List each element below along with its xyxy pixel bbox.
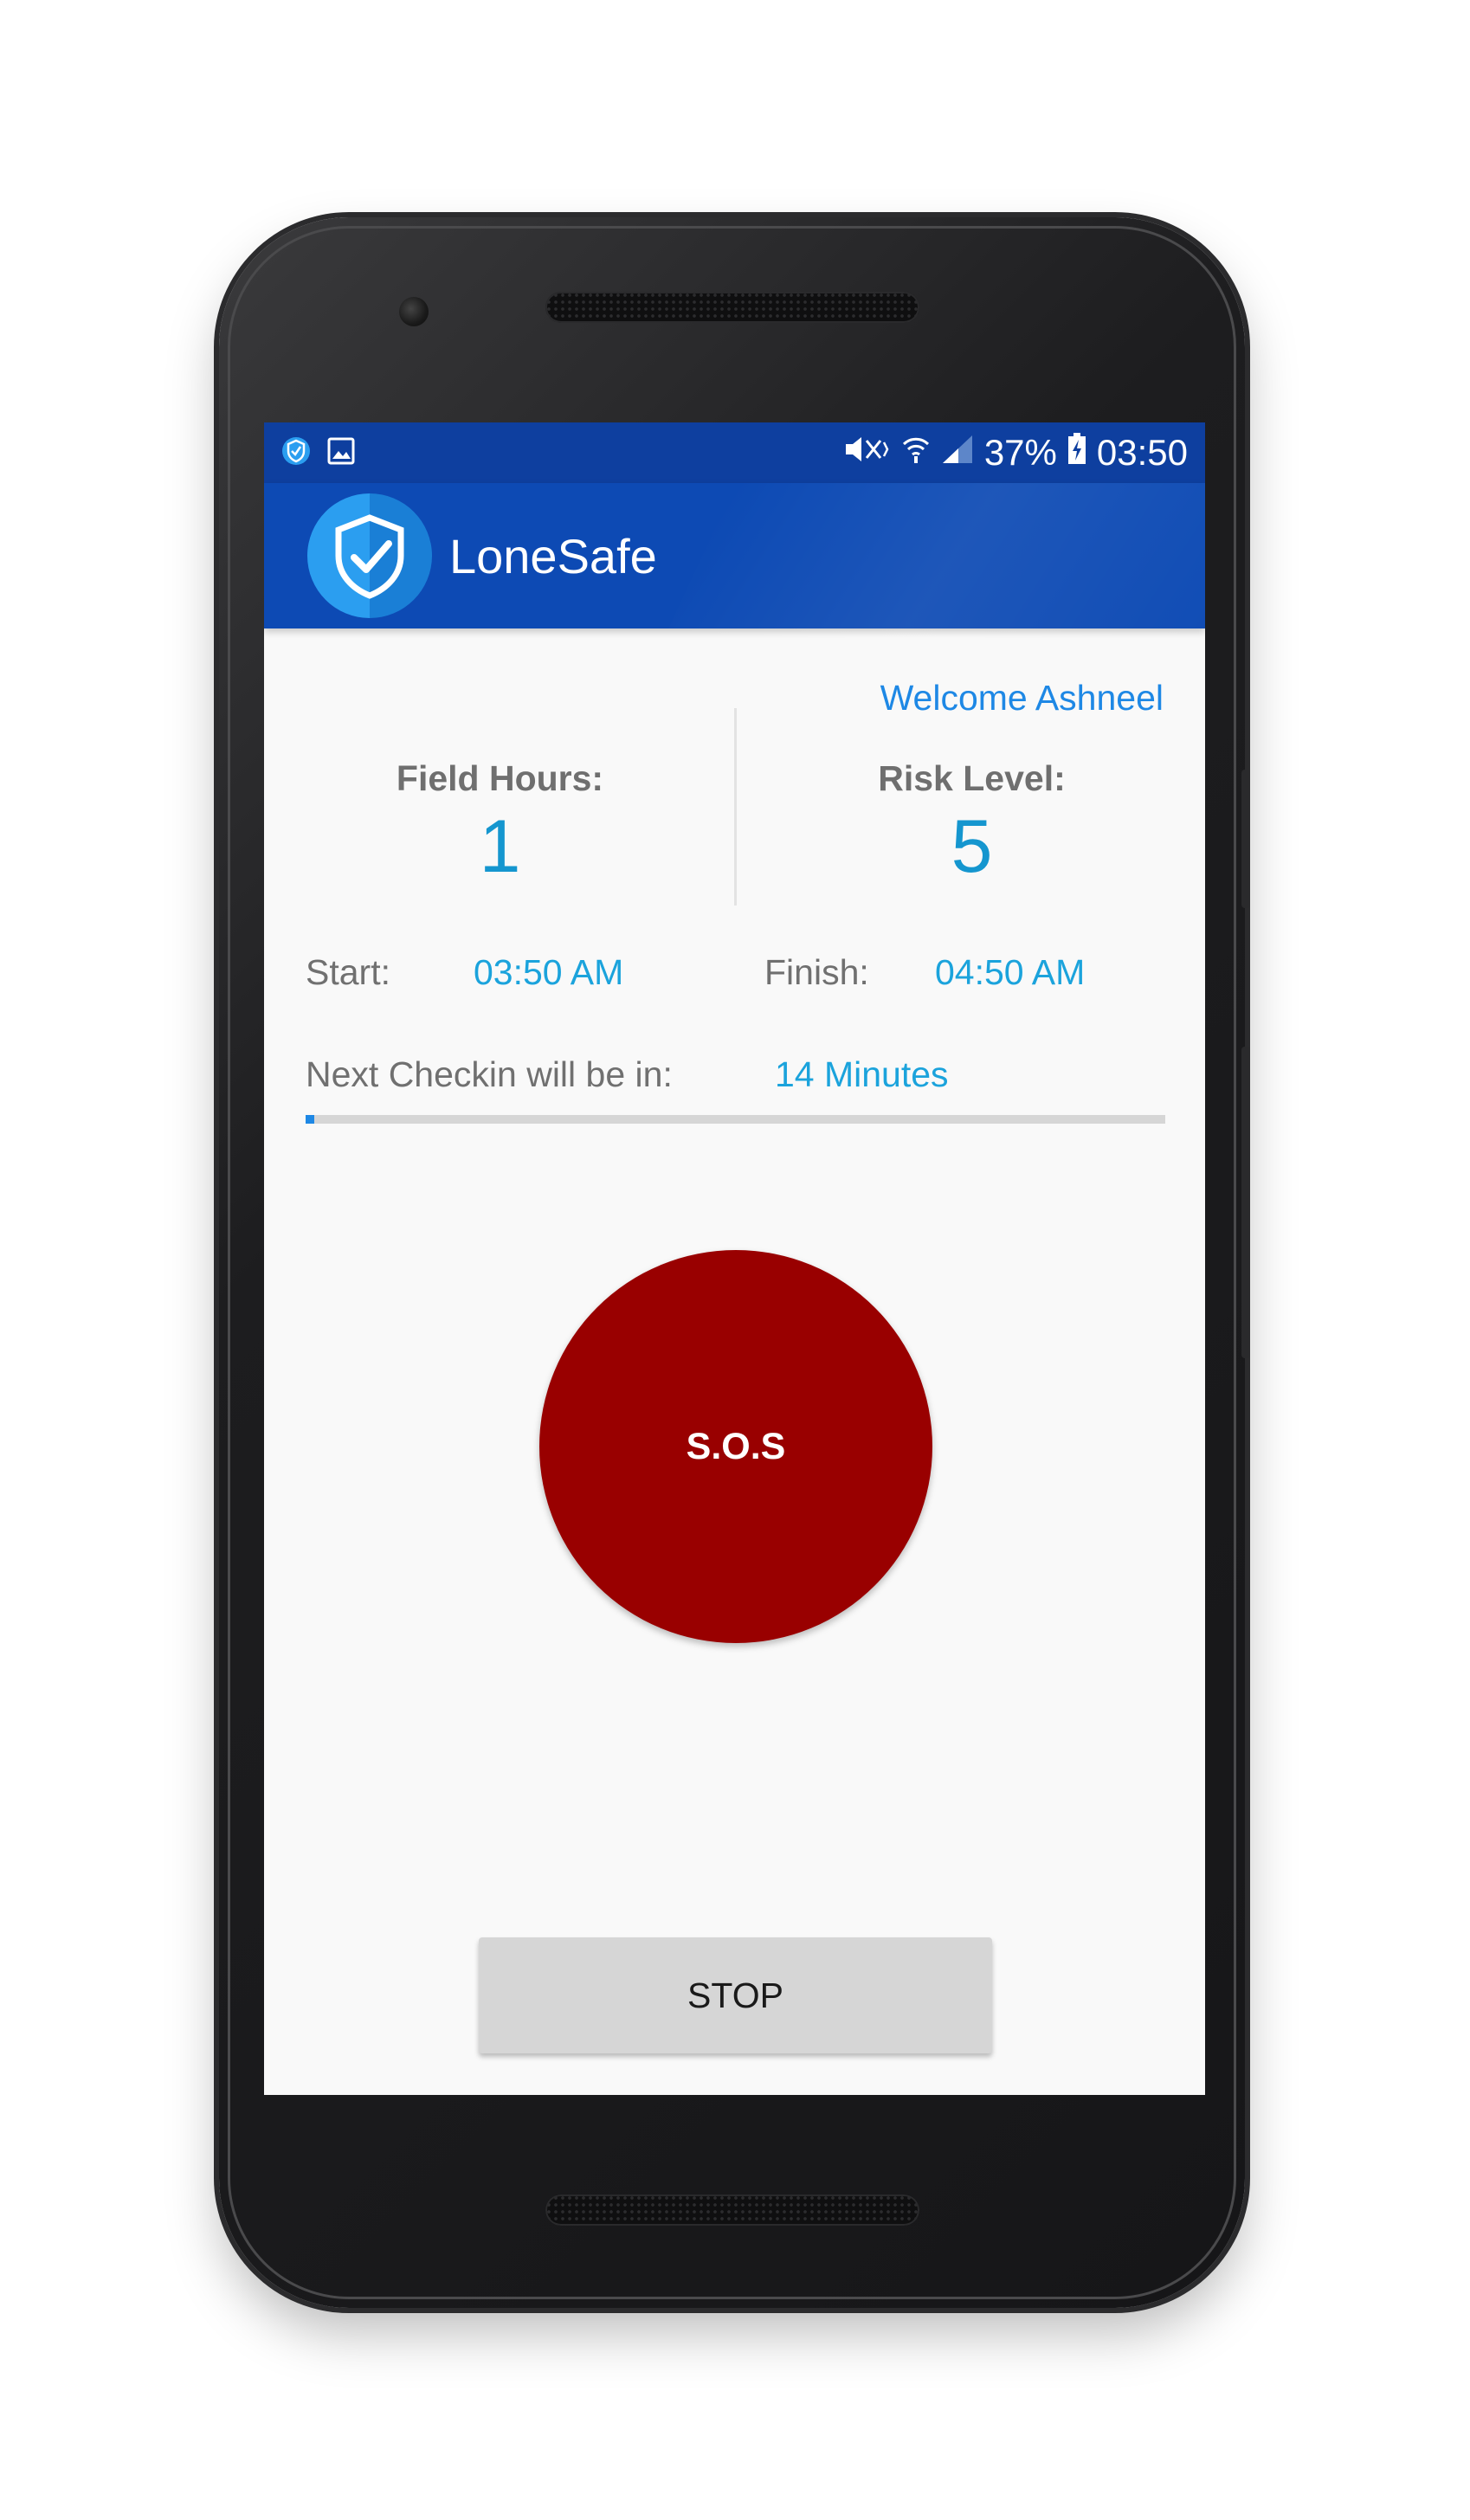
- start-time-value: 03:50 AM: [474, 952, 624, 992]
- next-checkin-label: Next Checkin will be in:: [306, 1054, 673, 1094]
- power-button: [1241, 770, 1250, 908]
- battery-percentage: 37%: [983, 432, 1057, 473]
- finish-time-value: 04:50 AM: [935, 952, 1086, 992]
- mute-icon: [842, 432, 891, 474]
- battery-charging-icon: [1067, 432, 1086, 474]
- app-title: LoneSafe: [449, 528, 657, 583]
- signal-icon: [941, 432, 974, 474]
- shield-check-icon: [307, 493, 432, 618]
- risk-level-label: Risk Level:: [878, 758, 1066, 798]
- screen-glare: [640, 483, 1205, 689]
- shield-notification-icon: [281, 435, 311, 472]
- stop-button[interactable]: STOP: [479, 1937, 992, 2053]
- stop-button-label: STOP: [687, 1975, 783, 2015]
- next-checkin-value: 14 Minutes: [775, 1054, 949, 1094]
- app-screen: 37% 03:50 LoneSafe Welcome Ashneel Field…: [264, 422, 1205, 2095]
- welcome-message: Welcome Ashneel: [880, 678, 1164, 718]
- status-bar: 37% 03:50: [264, 422, 1205, 483]
- finish-label: Finish:: [764, 952, 869, 992]
- checkin-progress-fill: [306, 1115, 314, 1124]
- checkin-progress-bar: [306, 1115, 1165, 1124]
- bottom-speaker-grille: [545, 2195, 919, 2226]
- risk-level-value: 5: [951, 805, 993, 888]
- status-time: 03:50: [1096, 432, 1188, 473]
- sos-button[interactable]: S.O.S: [539, 1250, 932, 1643]
- app-bar: LoneSafe: [264, 483, 1205, 689]
- field-hours-value: 1: [479, 805, 521, 888]
- volume-rocker: [1241, 1047, 1250, 1358]
- field-hours-label: Field Hours:: [396, 758, 604, 798]
- sos-button-label: S.O.S: [686, 1425, 786, 1467]
- start-label: Start:: [306, 952, 390, 992]
- image-notification-icon: [326, 436, 356, 470]
- wifi-icon: [901, 432, 931, 474]
- front-camera: [399, 297, 429, 326]
- field-hours-stat: Field Hours: 1: [264, 758, 736, 890]
- risk-level-stat: Risk Level: 5: [736, 758, 1205, 890]
- top-speaker-grille: [545, 292, 919, 323]
